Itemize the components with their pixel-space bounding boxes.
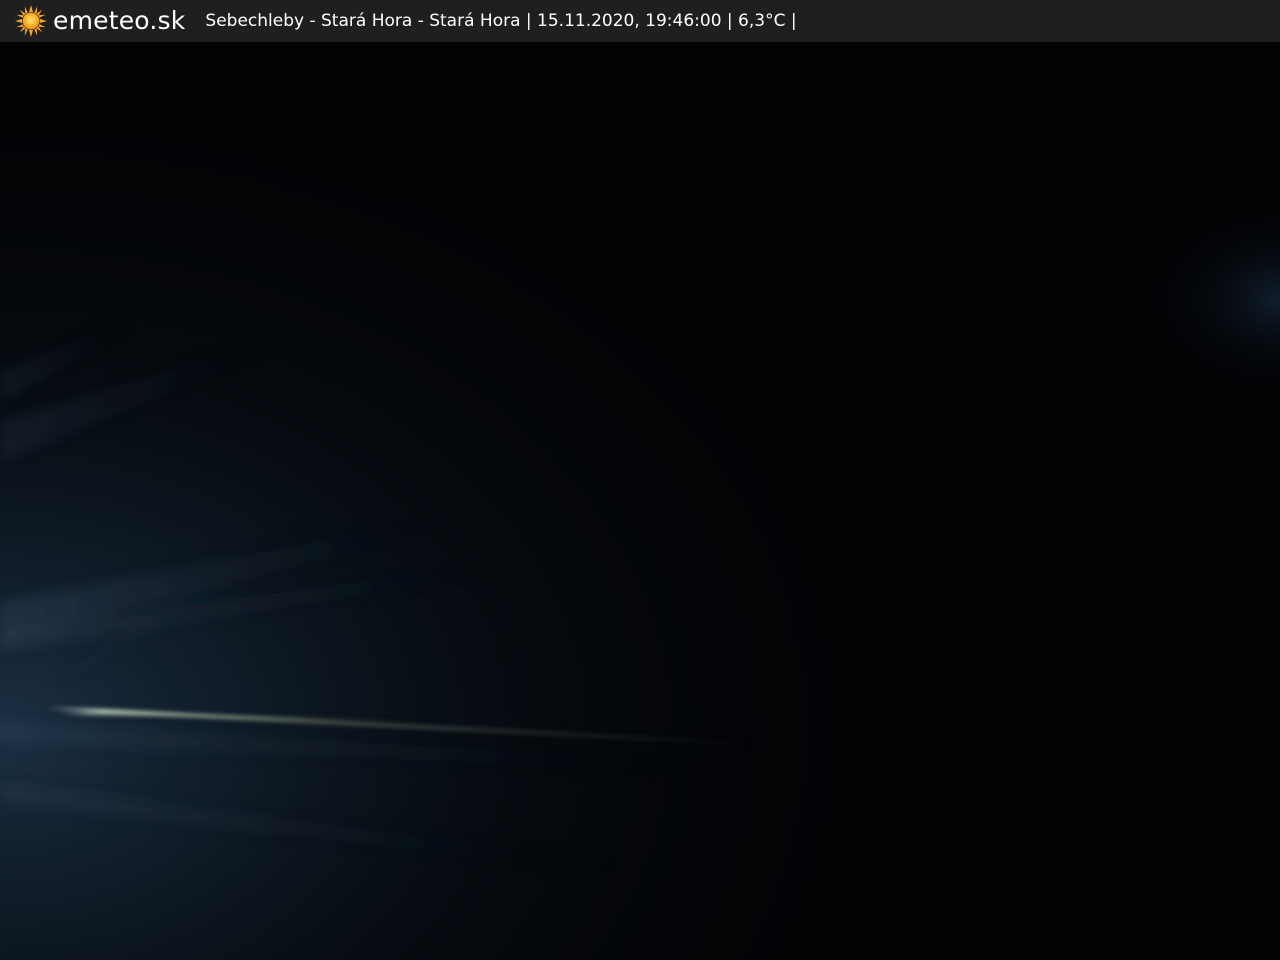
header-bar: emeteo.sk Sebechleby - Stará Hora - Star… — [0, 0, 1280, 42]
webcam-frame: emeteo.sk Sebechleby - Stará Hora - Star… — [0, 0, 1280, 960]
sun-icon — [15, 5, 47, 37]
night-sky-image — [0, 42, 1280, 960]
webcam-caption: Sebechleby - Stará Hora - Stará Hora | 1… — [205, 11, 797, 31]
brand-name: emeteo.sk — [53, 6, 186, 35]
logo: emeteo.sk — [14, 0, 185, 42]
